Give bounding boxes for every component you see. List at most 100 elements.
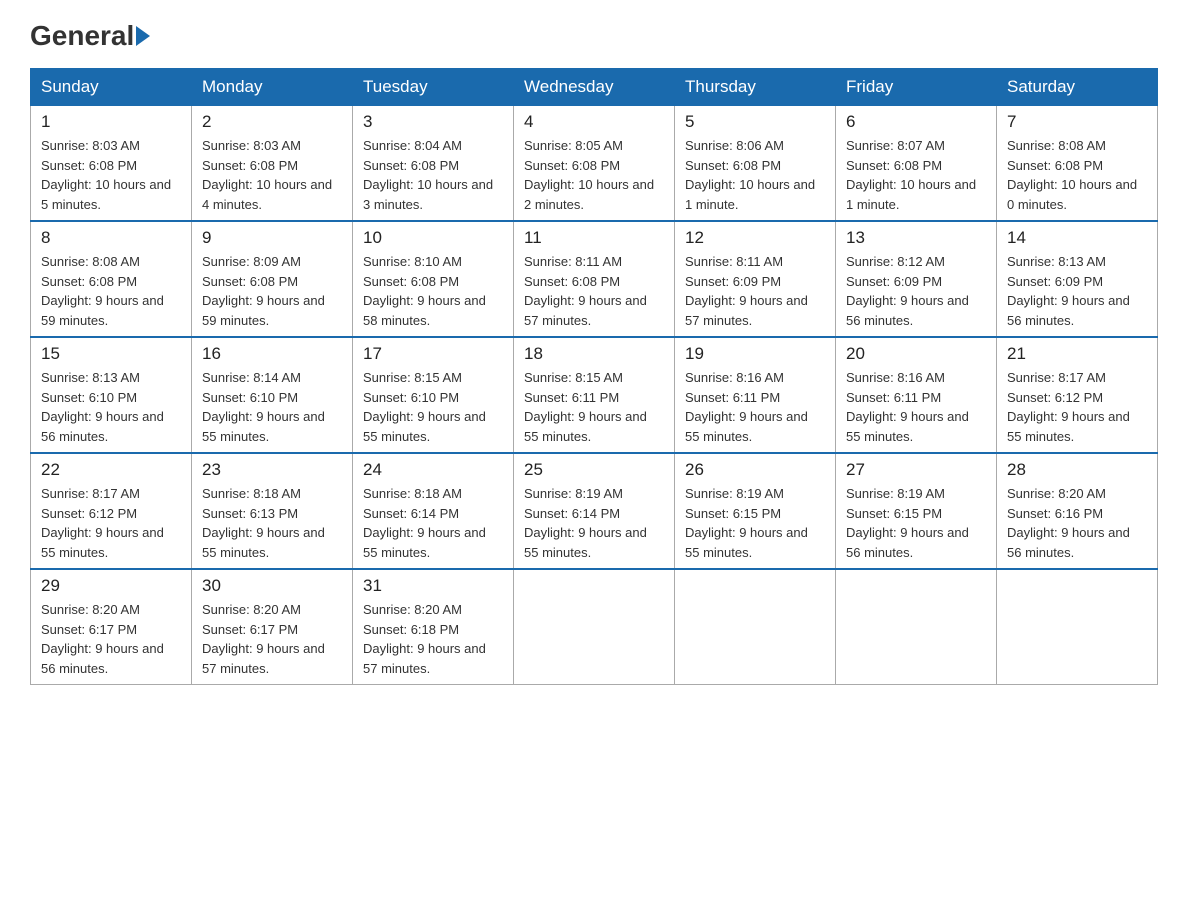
day-number: 26: [685, 460, 825, 480]
day-info: Sunrise: 8:13 AM Sunset: 6:10 PM Dayligh…: [41, 368, 181, 446]
calendar-cell: 12 Sunrise: 8:11 AM Sunset: 6:09 PM Dayl…: [675, 221, 836, 337]
day-number: 10: [363, 228, 503, 248]
calendar-cell: 16 Sunrise: 8:14 AM Sunset: 6:10 PM Dayl…: [192, 337, 353, 453]
calendar-cell: 6 Sunrise: 8:07 AM Sunset: 6:08 PM Dayli…: [836, 106, 997, 222]
day-number: 17: [363, 344, 503, 364]
weekday-header-wednesday: Wednesday: [514, 69, 675, 106]
calendar-cell: [514, 569, 675, 685]
weekday-header-sunday: Sunday: [31, 69, 192, 106]
calendar-cell: 20 Sunrise: 8:16 AM Sunset: 6:11 PM Dayl…: [836, 337, 997, 453]
logo: General: [30, 20, 152, 48]
calendar-cell: [836, 569, 997, 685]
calendar-cell: 5 Sunrise: 8:06 AM Sunset: 6:08 PM Dayli…: [675, 106, 836, 222]
day-info: Sunrise: 8:20 AM Sunset: 6:18 PM Dayligh…: [363, 600, 503, 678]
day-number: 15: [41, 344, 181, 364]
day-number: 7: [1007, 112, 1147, 132]
day-info: Sunrise: 8:10 AM Sunset: 6:08 PM Dayligh…: [363, 252, 503, 330]
day-info: Sunrise: 8:19 AM Sunset: 6:15 PM Dayligh…: [846, 484, 986, 562]
weekday-header-monday: Monday: [192, 69, 353, 106]
day-info: Sunrise: 8:19 AM Sunset: 6:14 PM Dayligh…: [524, 484, 664, 562]
calendar-week-row: 1 Sunrise: 8:03 AM Sunset: 6:08 PM Dayli…: [31, 106, 1158, 222]
day-info: Sunrise: 8:13 AM Sunset: 6:09 PM Dayligh…: [1007, 252, 1147, 330]
day-info: Sunrise: 8:07 AM Sunset: 6:08 PM Dayligh…: [846, 136, 986, 214]
day-info: Sunrise: 8:09 AM Sunset: 6:08 PM Dayligh…: [202, 252, 342, 330]
day-info: Sunrise: 8:18 AM Sunset: 6:13 PM Dayligh…: [202, 484, 342, 562]
day-info: Sunrise: 8:20 AM Sunset: 6:16 PM Dayligh…: [1007, 484, 1147, 562]
day-number: 6: [846, 112, 986, 132]
calendar-week-row: 29 Sunrise: 8:20 AM Sunset: 6:17 PM Dayl…: [31, 569, 1158, 685]
day-number: 24: [363, 460, 503, 480]
day-number: 4: [524, 112, 664, 132]
calendar-cell: 4 Sunrise: 8:05 AM Sunset: 6:08 PM Dayli…: [514, 106, 675, 222]
calendar-cell: 31 Sunrise: 8:20 AM Sunset: 6:18 PM Dayl…: [353, 569, 514, 685]
day-number: 9: [202, 228, 342, 248]
day-number: 8: [41, 228, 181, 248]
calendar-cell: 18 Sunrise: 8:15 AM Sunset: 6:11 PM Dayl…: [514, 337, 675, 453]
calendar-cell: 9 Sunrise: 8:09 AM Sunset: 6:08 PM Dayli…: [192, 221, 353, 337]
day-number: 3: [363, 112, 503, 132]
calendar-cell: 25 Sunrise: 8:19 AM Sunset: 6:14 PM Dayl…: [514, 453, 675, 569]
day-info: Sunrise: 8:11 AM Sunset: 6:08 PM Dayligh…: [524, 252, 664, 330]
calendar-cell: 29 Sunrise: 8:20 AM Sunset: 6:17 PM Dayl…: [31, 569, 192, 685]
calendar-cell: 8 Sunrise: 8:08 AM Sunset: 6:08 PM Dayli…: [31, 221, 192, 337]
day-number: 20: [846, 344, 986, 364]
calendar-cell: 26 Sunrise: 8:19 AM Sunset: 6:15 PM Dayl…: [675, 453, 836, 569]
day-number: 19: [685, 344, 825, 364]
weekday-header-thursday: Thursday: [675, 69, 836, 106]
calendar-cell: 1 Sunrise: 8:03 AM Sunset: 6:08 PM Dayli…: [31, 106, 192, 222]
calendar-table: SundayMondayTuesdayWednesdayThursdayFrid…: [30, 68, 1158, 685]
weekday-header-tuesday: Tuesday: [353, 69, 514, 106]
day-number: 1: [41, 112, 181, 132]
day-number: 30: [202, 576, 342, 596]
calendar-week-row: 15 Sunrise: 8:13 AM Sunset: 6:10 PM Dayl…: [31, 337, 1158, 453]
calendar-cell: 3 Sunrise: 8:04 AM Sunset: 6:08 PM Dayli…: [353, 106, 514, 222]
day-info: Sunrise: 8:03 AM Sunset: 6:08 PM Dayligh…: [41, 136, 181, 214]
day-number: 16: [202, 344, 342, 364]
weekday-header-saturday: Saturday: [997, 69, 1158, 106]
page-header: General: [30, 20, 1158, 48]
day-info: Sunrise: 8:20 AM Sunset: 6:17 PM Dayligh…: [202, 600, 342, 678]
day-number: 14: [1007, 228, 1147, 248]
day-info: Sunrise: 8:19 AM Sunset: 6:15 PM Dayligh…: [685, 484, 825, 562]
calendar-cell: 21 Sunrise: 8:17 AM Sunset: 6:12 PM Dayl…: [997, 337, 1158, 453]
day-info: Sunrise: 8:16 AM Sunset: 6:11 PM Dayligh…: [685, 368, 825, 446]
calendar-cell: 19 Sunrise: 8:16 AM Sunset: 6:11 PM Dayl…: [675, 337, 836, 453]
day-info: Sunrise: 8:20 AM Sunset: 6:17 PM Dayligh…: [41, 600, 181, 678]
calendar-cell: 13 Sunrise: 8:12 AM Sunset: 6:09 PM Dayl…: [836, 221, 997, 337]
day-number: 22: [41, 460, 181, 480]
day-number: 31: [363, 576, 503, 596]
calendar-cell: 30 Sunrise: 8:20 AM Sunset: 6:17 PM Dayl…: [192, 569, 353, 685]
day-number: 27: [846, 460, 986, 480]
day-info: Sunrise: 8:17 AM Sunset: 6:12 PM Dayligh…: [41, 484, 181, 562]
day-number: 28: [1007, 460, 1147, 480]
day-info: Sunrise: 8:11 AM Sunset: 6:09 PM Dayligh…: [685, 252, 825, 330]
calendar-cell: 22 Sunrise: 8:17 AM Sunset: 6:12 PM Dayl…: [31, 453, 192, 569]
weekday-header-friday: Friday: [836, 69, 997, 106]
day-info: Sunrise: 8:06 AM Sunset: 6:08 PM Dayligh…: [685, 136, 825, 214]
day-info: Sunrise: 8:05 AM Sunset: 6:08 PM Dayligh…: [524, 136, 664, 214]
day-info: Sunrise: 8:04 AM Sunset: 6:08 PM Dayligh…: [363, 136, 503, 214]
day-number: 11: [524, 228, 664, 248]
day-info: Sunrise: 8:15 AM Sunset: 6:10 PM Dayligh…: [363, 368, 503, 446]
day-info: Sunrise: 8:14 AM Sunset: 6:10 PM Dayligh…: [202, 368, 342, 446]
day-info: Sunrise: 8:17 AM Sunset: 6:12 PM Dayligh…: [1007, 368, 1147, 446]
day-info: Sunrise: 8:08 AM Sunset: 6:08 PM Dayligh…: [41, 252, 181, 330]
calendar-cell: 24 Sunrise: 8:18 AM Sunset: 6:14 PM Dayl…: [353, 453, 514, 569]
day-number: 25: [524, 460, 664, 480]
calendar-cell: 15 Sunrise: 8:13 AM Sunset: 6:10 PM Dayl…: [31, 337, 192, 453]
day-number: 13: [846, 228, 986, 248]
logo-arrow-icon: [136, 26, 150, 46]
calendar-cell: 17 Sunrise: 8:15 AM Sunset: 6:10 PM Dayl…: [353, 337, 514, 453]
calendar-week-row: 8 Sunrise: 8:08 AM Sunset: 6:08 PM Dayli…: [31, 221, 1158, 337]
calendar-cell: 23 Sunrise: 8:18 AM Sunset: 6:13 PM Dayl…: [192, 453, 353, 569]
day-number: 23: [202, 460, 342, 480]
calendar-header-row: SundayMondayTuesdayWednesdayThursdayFrid…: [31, 69, 1158, 106]
day-number: 12: [685, 228, 825, 248]
calendar-cell: [997, 569, 1158, 685]
day-info: Sunrise: 8:12 AM Sunset: 6:09 PM Dayligh…: [846, 252, 986, 330]
calendar-cell: 2 Sunrise: 8:03 AM Sunset: 6:08 PM Dayli…: [192, 106, 353, 222]
calendar-week-row: 22 Sunrise: 8:17 AM Sunset: 6:12 PM Dayl…: [31, 453, 1158, 569]
day-number: 2: [202, 112, 342, 132]
day-number: 18: [524, 344, 664, 364]
calendar-cell: 28 Sunrise: 8:20 AM Sunset: 6:16 PM Dayl…: [997, 453, 1158, 569]
